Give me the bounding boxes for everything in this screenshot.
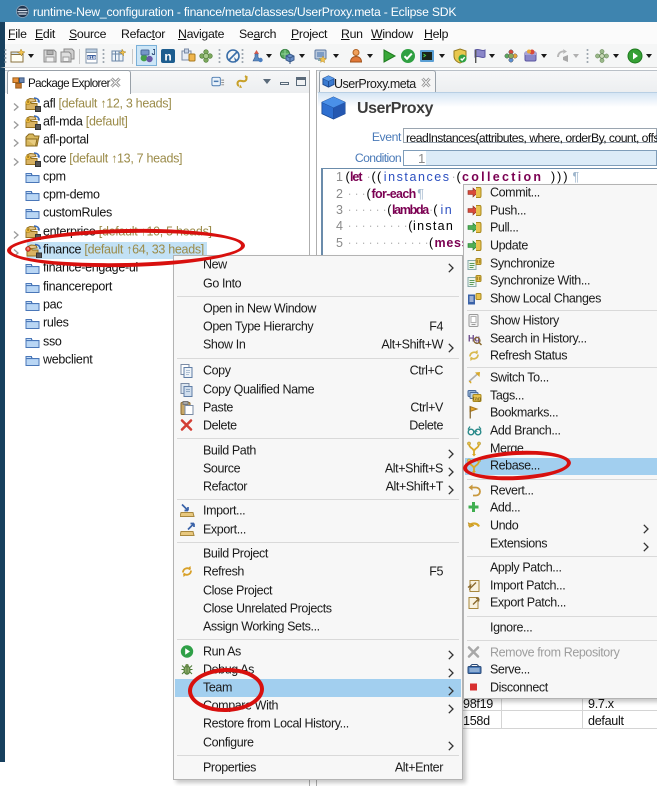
- svg-text:J: J: [152, 48, 156, 57]
- svg-text:tag: tag: [473, 396, 481, 402]
- svg-text:010: 010: [87, 55, 96, 61]
- svg-text:n: n: [164, 50, 171, 64]
